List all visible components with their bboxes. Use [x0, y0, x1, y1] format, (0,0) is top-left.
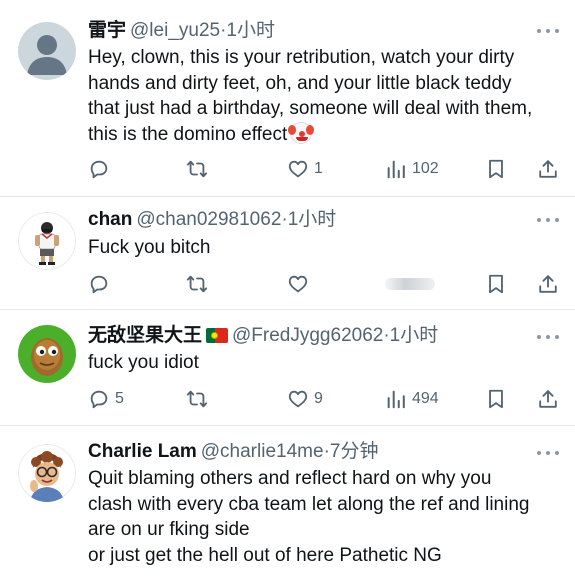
like-count: 9: [314, 390, 323, 407]
tweet-text-line: Quit blaming others and reflect hard on …: [88, 468, 492, 489]
display-name[interactable]: 无敌坚果大王: [88, 325, 202, 346]
like-icon: [288, 160, 308, 178]
like-count: 1: [314, 160, 323, 177]
like-button[interactable]: 9: [287, 386, 323, 412]
avatar[interactable]: [18, 212, 76, 270]
tweet-text-line: this is the domino effect: [88, 123, 288, 145]
avatar[interactable]: [18, 325, 76, 383]
tweet-header: chan @chan02981062·1小时: [88, 207, 525, 233]
share-button[interactable]: [537, 386, 559, 412]
views-button[interactable]: 102: [385, 156, 439, 182]
user-handle[interactable]: @lei_yu25: [130, 20, 220, 41]
reply-icon: [90, 160, 108, 179]
user-handle[interactable]: @FredJygg62062: [232, 325, 383, 346]
retweet-button[interactable]: [186, 386, 213, 412]
tweet[interactable]: Charlie Lam @charlie14me·7分钟 Quit blaming…: [0, 426, 575, 579]
bookmark-icon: [489, 389, 503, 409]
reply-button[interactable]: [88, 271, 115, 297]
tweet-text-line: fuck you idiot: [88, 352, 199, 373]
reply-button[interactable]: 5: [88, 386, 124, 412]
like-icon: [288, 390, 308, 408]
tweet[interactable]: 无敌坚果大王 @FredJygg62062·1小时 fuck you idiot …: [0, 310, 575, 426]
action-bar: 5 9 494: [88, 386, 561, 412]
bookmark-icon: [489, 159, 503, 179]
views-count: 102: [412, 160, 439, 177]
share-icon: [539, 160, 557, 178]
tweet-header: 雷宇 @lei_yu25·1小时: [88, 18, 525, 44]
tweet-text-line: that just had a birthday, someone will d…: [88, 98, 533, 119]
tweet-text: Quit blaming others and reflect hard on …: [88, 466, 561, 568]
more-icon[interactable]: [537, 217, 559, 223]
timestamp[interactable]: ·1小时: [220, 20, 275, 41]
tweet-text: Hey, clown, this is your retribution, wa…: [88, 45, 561, 147]
timestamp[interactable]: ·1小时: [281, 209, 336, 230]
bookmark-button[interactable]: [485, 271, 507, 297]
portugal-flag-icon: [206, 328, 229, 343]
tweet-text: Fuck you bitch: [88, 235, 561, 261]
avatar[interactable]: [18, 22, 76, 80]
avatar[interactable]: [18, 444, 76, 502]
tweet-text-line: or just get the hell out of here Patheti…: [88, 544, 442, 566]
tweet-header: 无敌坚果大王 @FredJygg62062·1小时: [88, 323, 525, 349]
reply-feed: 雷宇 @lei_yu25·1小时 Hey, clown, this is your…: [0, 0, 575, 579]
display-name[interactable]: Charlie Lam: [88, 441, 197, 462]
like-icon: [288, 275, 308, 293]
share-icon: [539, 275, 557, 293]
tweet[interactable]: 雷宇 @lei_yu25·1小时 Hey, clown, this is your…: [0, 0, 575, 197]
like-button[interactable]: 1: [287, 156, 323, 182]
views-button[interactable]: 494: [385, 386, 439, 412]
user-handle[interactable]: @chan02981062: [136, 209, 281, 230]
views-count: 494: [412, 390, 439, 407]
display-name[interactable]: 雷宇: [88, 20, 126, 41]
reply-count: 5: [115, 390, 124, 407]
action-bar: [88, 271, 561, 297]
views-icon: [387, 160, 405, 179]
share-button[interactable]: [537, 271, 559, 297]
views-icon: [387, 390, 405, 409]
more-icon[interactable]: [537, 450, 559, 456]
more-icon[interactable]: [537, 334, 559, 340]
timestamp[interactable]: ·7分钟: [324, 441, 379, 462]
tweet-text: fuck you idiot: [88, 350, 561, 376]
like-button[interactable]: [287, 271, 314, 297]
tweet-text-line: Fuck you bitch: [88, 237, 211, 258]
tweet-text-line: clash with every cba team let along the …: [88, 493, 530, 515]
retweet-icon: [186, 160, 208, 178]
tweet-text-line: hands and dirty feet, oh, and your littl…: [88, 72, 512, 94]
tweet-text-line: Hey, clown, this is your retribution, wa…: [88, 47, 515, 68]
action-bar: 1 102: [88, 156, 561, 182]
timestamp[interactable]: ·1小时: [383, 325, 438, 346]
user-handle[interactable]: @charlie14me: [201, 441, 324, 462]
tweet-text-line: are on ur fking side: [88, 519, 250, 540]
share-button[interactable]: [537, 156, 559, 182]
redacted-views: [385, 278, 435, 290]
bookmark-button[interactable]: [485, 156, 507, 182]
retweet-button[interactable]: [186, 271, 213, 297]
retweet-icon: [186, 390, 208, 408]
retweet-icon: [186, 275, 208, 293]
tweet[interactable]: chan @chan02981062·1小时 Fuck you bitch: [0, 197, 575, 310]
display-name[interactable]: chan: [88, 209, 132, 230]
share-icon: [539, 390, 557, 408]
clown-emoji-icon: [288, 121, 315, 144]
bookmark-button[interactable]: [485, 386, 507, 412]
reply-button[interactable]: [88, 156, 115, 182]
retweet-button[interactable]: [186, 156, 213, 182]
reply-icon: [90, 275, 108, 294]
reply-icon: [90, 390, 108, 409]
tweet-header: Charlie Lam @charlie14me·7分钟: [88, 439, 525, 465]
bookmark-icon: [489, 274, 503, 294]
more-icon[interactable]: [537, 28, 559, 34]
